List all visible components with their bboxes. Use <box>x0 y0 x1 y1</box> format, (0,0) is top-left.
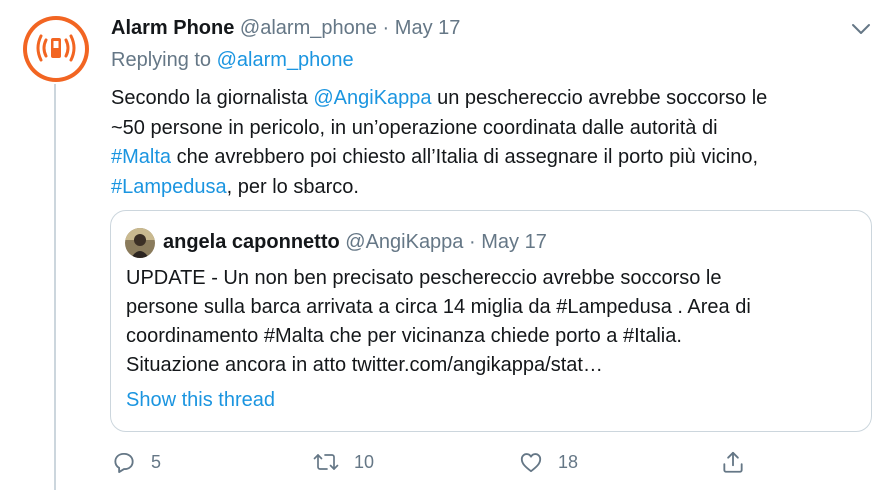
reply-count: 5 <box>151 451 162 472</box>
text: , per lo sbarco. <box>226 175 359 198</box>
quoted-author-handle: @AngiKappa <box>345 231 464 253</box>
separator: · <box>382 17 390 39</box>
share-icon <box>720 449 746 475</box>
tweet-header: Alarm Phone @alarm_phone · May 17 <box>111 17 460 40</box>
tweet-line: #Lampedusa, per lo sbarco. <box>111 173 871 203</box>
replying-handle-link[interactable]: @alarm_phone <box>217 49 354 71</box>
quoted-text: UPDATE - Un non ben precisato pescherecc… <box>126 264 856 380</box>
hashtag-link[interactable]: #Lampedusa <box>111 176 227 198</box>
show-thread-link[interactable]: Show this thread <box>126 389 275 412</box>
like-count: 18 <box>558 451 579 472</box>
share-button[interactable] <box>720 447 746 477</box>
mention-link[interactable]: @AngiKappa <box>313 87 431 109</box>
author-name[interactable]: Alarm Phone <box>111 17 234 39</box>
thread-line <box>54 84 56 490</box>
action-bar: 5 10 18 <box>0 447 892 477</box>
separator: · <box>469 231 476 253</box>
reply-button[interactable]: 5 <box>111 447 161 477</box>
quoted-tweet-card[interactable]: angela caponnetto @AngiKappa · May 17 UP… <box>110 210 872 432</box>
tweet-line: ~50 persone in pericolo, in un’operazion… <box>111 114 871 144</box>
replying-prefix: Replying to <box>111 49 212 71</box>
retweet-icon <box>312 449 340 475</box>
author-handle[interactable]: @alarm_phone <box>240 17 377 39</box>
quoted-avatar <box>125 228 155 258</box>
text: Secondo la giornalista <box>111 87 314 109</box>
quoted-line: UPDATE - Un non ben precisato pescherecc… <box>126 267 722 289</box>
text: che avrebbero poi chiesto all’Italia di … <box>171 146 759 168</box>
tweet-text: Secondo la giornalista @AngiKappa un pes… <box>111 84 871 202</box>
hashtag-link[interactable]: #Malta <box>111 146 171 168</box>
tweet-line: #Malta che avrebbero poi chiesto all’Ita… <box>111 143 871 173</box>
like-icon <box>518 449 544 475</box>
retweet-count: 10 <box>354 451 375 472</box>
quoted-header: angela caponnetto @AngiKappa · May 17 <box>163 231 547 254</box>
like-button[interactable]: 18 <box>518 447 578 477</box>
quoted-line: Situazione ancora in atto twitter.com/an… <box>126 354 603 376</box>
avatar[interactable] <box>23 16 89 82</box>
tweet-date[interactable]: May 17 <box>395 17 461 39</box>
alarm-phone-logo-icon <box>27 20 85 78</box>
replying-to: Replying to @alarm_phone <box>111 49 354 72</box>
quoted-line: coordinamento #Malta che per vicinanza c… <box>126 325 682 347</box>
retweet-button[interactable]: 10 <box>312 447 374 477</box>
tweet-line: Secondo la giornalista @AngiKappa un pes… <box>111 84 871 114</box>
quoted-line: persone sulla barca arrivata a circa 14 … <box>126 296 751 318</box>
reply-icon <box>111 449 137 475</box>
text: un peschereccio avrebbe soccorso le <box>431 87 768 109</box>
chevron-down-icon[interactable] <box>846 17 876 41</box>
quoted-date: May 17 <box>481 231 547 253</box>
quoted-author-name: angela caponnetto <box>163 231 340 253</box>
text: ~50 persone in pericolo, in un’operazion… <box>111 116 718 139</box>
